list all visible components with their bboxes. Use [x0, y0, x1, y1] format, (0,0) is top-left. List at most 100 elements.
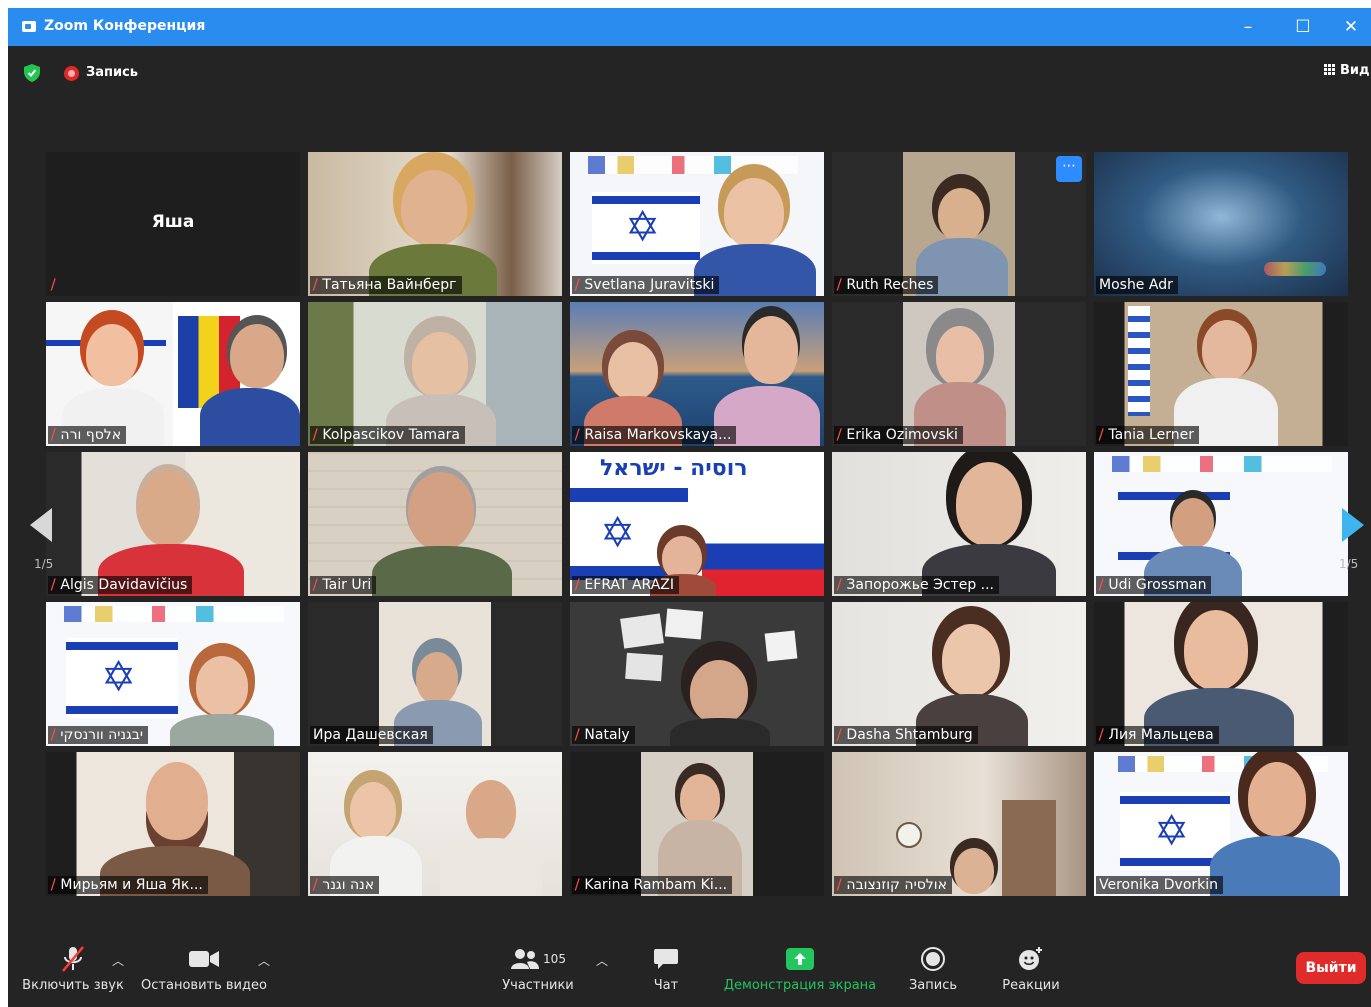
leave-button[interactable]: Выйти — [1296, 952, 1366, 984]
video-tile[interactable]: ⧸ אלסף ורה — [46, 302, 300, 446]
mic-muted-icon: ⧸ — [575, 878, 580, 893]
participant-name-tag: ⧸ — [48, 276, 65, 294]
mic-muted-icon: ⧸ — [1099, 728, 1104, 743]
view-button[interactable]: Вид — [1324, 63, 1370, 78]
page-indicator-left: 1/5 — [34, 557, 54, 571]
mic-muted-icon: ⧸ — [575, 428, 580, 443]
video-tile[interactable]: ✡ ⧸ יבגניה וורנסקי — [46, 602, 300, 746]
participant-video — [1138, 452, 1248, 596]
participant-name-tag: Moshe Adr — [1096, 276, 1178, 294]
video-tile[interactable]: ⧸ Erika Ozimovski — [832, 302, 1086, 446]
minimize-button[interactable]: – — [1233, 12, 1263, 42]
participant-name-tag: ⧸ Svetlana Juravitski — [572, 276, 720, 294]
participant-display-name: Яша — [151, 212, 195, 232]
participant-name-tag: ⧸ Dasha Shtamburg — [834, 726, 978, 744]
mic-muted-icon: ⧸ — [837, 278, 842, 293]
participant-name-tag: Ира Дашевская — [310, 726, 433, 744]
participant-video — [363, 152, 503, 296]
mic-muted-icon: ⧸ — [313, 878, 318, 893]
participant-name-tag: ⧸ Татьяна Вайнберг — [310, 276, 462, 294]
stop-video-label: Остановить видео — [141, 978, 267, 993]
participant-name-tag: ⧸ Ruth Reches — [834, 276, 939, 294]
shield-icon[interactable] — [24, 64, 40, 82]
window-title: Zoom Конференция — [44, 18, 206, 34]
mic-muted-icon: ⧸ — [51, 278, 56, 293]
video-tile[interactable]: ⧸ Udi Grossman — [1094, 452, 1348, 596]
participant-video — [390, 602, 486, 746]
more-options-button[interactable]: ⋯ — [1056, 156, 1082, 182]
unmute-label: Включить звук — [22, 978, 124, 993]
mic-muted-icon: ⧸ — [51, 578, 56, 593]
video-tile[interactable]: ⧸ אנה וגנר — [308, 752, 562, 896]
participant-video — [662, 602, 778, 746]
record-button[interactable]: Запись — [898, 944, 968, 993]
participant-name-tag: ⧸ יבגניה וורנסקי — [48, 726, 149, 744]
video-tile[interactable]: ⧸ Raisa Markovskaya... — [570, 302, 824, 446]
participants-label: Участники — [502, 978, 574, 993]
mic-muted-icon: ⧸ — [575, 278, 580, 293]
participant-video — [58, 302, 168, 446]
video-tile-active-speaker[interactable]: ✡ Veronika Dvorkin — [1094, 752, 1348, 896]
video-tile[interactable]: ⧸ Algis Davidavičius — [46, 452, 300, 596]
mic-muted-icon: ⧸ — [575, 728, 580, 743]
video-tile[interactable]: ⧸ Мирьям и Яша Як... — [46, 752, 300, 896]
maximize-button[interactable]: ☐ — [1288, 12, 1318, 42]
video-options-caret-icon[interactable]: ︿ — [258, 952, 270, 969]
participants-count: 105 — [543, 952, 566, 966]
zoom-window: Zoom Конференция – ☐ ✕ Запись Вид Яша ⧸ … — [8, 8, 1371, 1007]
previous-page-arrow-icon[interactable] — [30, 508, 52, 542]
participants-button[interactable]: 105 Участники — [488, 944, 588, 993]
record-icon — [921, 947, 945, 971]
video-tile[interactable]: ⧸ אולסיה קוזנצובה — [832, 752, 1086, 896]
chat-button[interactable]: Чат — [638, 944, 694, 993]
chat-icon — [654, 949, 678, 969]
wall-clock — [896, 822, 922, 848]
participants-options-caret-icon[interactable]: ︿ — [596, 952, 608, 969]
recording-label: Запись — [86, 65, 139, 80]
video-gallery: Яша ⧸ ⧸ Татьяна Вайнберг ✡ ⧸ Svetlana Ju… — [46, 152, 1350, 904]
participant-video — [690, 152, 820, 296]
logo-shape — [1264, 262, 1326, 276]
participant-video — [1170, 302, 1280, 446]
video-tile[interactable]: ⧸ Tair Uri — [308, 452, 562, 596]
video-tile[interactable]: ⧸ Dasha Shtamburg — [832, 602, 1086, 746]
participant-video — [1204, 752, 1344, 896]
participant-name-tag: ⧸ Запорожье Эстер ... — [834, 576, 1000, 594]
wall-photo — [625, 652, 663, 682]
audio-options-caret-icon[interactable]: ︿ — [112, 952, 124, 969]
participant-video — [578, 302, 688, 446]
close-button[interactable]: ✕ — [1336, 12, 1366, 42]
participant-video — [648, 452, 718, 596]
participant-name-tag: ⧸ Udi Grossman — [1096, 576, 1212, 594]
share-screen-button[interactable]: Демонстрация экрана — [720, 944, 880, 993]
participant-video — [650, 752, 750, 896]
stop-video-button[interactable]: Остановить видео — [138, 944, 270, 993]
participant-name-tag: ⧸ Лия Мальцева — [1096, 726, 1219, 744]
reactions-button[interactable]: Реакции — [996, 944, 1066, 993]
video-tile[interactable]: ⧸ Татьяна Вайнберг — [308, 152, 562, 296]
video-tile[interactable]: ✡ ⧸ Svetlana Juravitski — [570, 152, 824, 296]
video-tile[interactable]: ⧸ Лия Мальцева — [1094, 602, 1348, 746]
video-tile[interactable]: Moshe Adr — [1094, 152, 1348, 296]
video-tile[interactable]: ⧸ Karina Rambam Ki... — [570, 752, 824, 896]
video-tile[interactable]: ⧸ Kolpascikov Tamara — [308, 302, 562, 446]
video-tile[interactable]: ⧸ Запорожье Эстер ... — [832, 452, 1086, 596]
video-tile[interactable]: ⋯ ⧸ Ruth Reches — [832, 152, 1086, 296]
participant-video — [912, 602, 1032, 746]
video-tile[interactable]: Ира Дашевская — [308, 602, 562, 746]
video-tile[interactable]: רוסיה - ישראל ✡ ⧸ EFRAT ARAZI — [570, 452, 824, 596]
title-bar: Zoom Конференция – ☐ ✕ — [8, 8, 1371, 46]
video-tile[interactable]: ⧸ Tania Lerner — [1094, 302, 1348, 446]
participant-video — [94, 452, 244, 596]
participant-name-tag: ⧸ EFRAT ARAZI — [572, 576, 680, 594]
next-page-arrow-icon[interactable] — [1342, 508, 1364, 542]
video-tile[interactable]: ⧸ Nataly — [570, 602, 824, 746]
mic-muted-icon: ⧸ — [313, 578, 318, 593]
video-tile[interactable]: Яша ⧸ — [46, 152, 300, 296]
mic-muted-icon: ⧸ — [575, 578, 580, 593]
wall-photo — [620, 613, 664, 649]
participant-name-tag: ⧸ Erika Ozimovski — [834, 426, 963, 444]
participant-name-tag: ⧸ Karina Rambam Ki... — [572, 876, 733, 894]
grid-icon — [1324, 64, 1335, 75]
participant-name-tag: ⧸ Algis Davidavičius — [48, 576, 193, 594]
